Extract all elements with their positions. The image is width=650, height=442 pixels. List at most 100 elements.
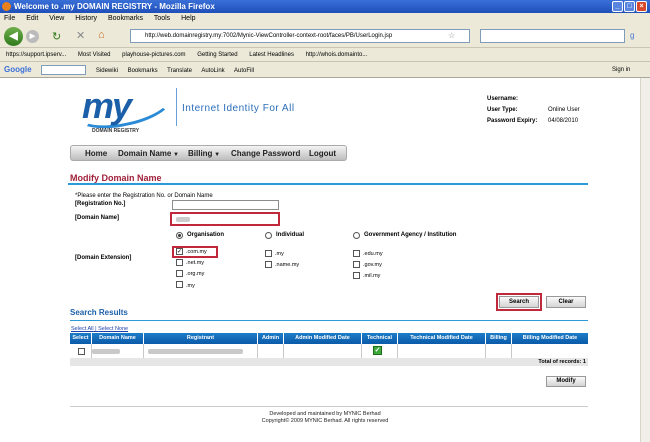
- user-type-label: User Type:: [487, 107, 518, 113]
- browser-search-box[interactable]: [480, 29, 625, 43]
- google-toolbar: Google Sidewiki Bookmarks Translate Auto…: [0, 62, 650, 78]
- radio-government-label: Government Agency / Institution: [364, 232, 457, 238]
- modify-button[interactable]: Modify: [546, 376, 586, 387]
- bookmark-whois[interactable]: http://whois.domainto...: [306, 52, 368, 58]
- bookmark-latest-headlines[interactable]: Latest Headlines: [249, 52, 294, 58]
- minimize-button[interactable]: _: [612, 1, 623, 12]
- menu-view[interactable]: View: [49, 15, 64, 22]
- checkbox-edu-my[interactable]: [353, 250, 360, 257]
- footer-divider: [70, 406, 588, 407]
- menu-edit[interactable]: Edit: [26, 15, 38, 22]
- bookmark-playhouse[interactable]: playhouse-pictures.com: [122, 52, 185, 58]
- col-technical-modified: Technical Modified Date: [398, 333, 486, 344]
- col-registrant: Registrant: [144, 333, 258, 344]
- logo-subtitle: DOMAIN REGISTRY: [92, 128, 140, 134]
- translate-button[interactable]: Translate: [167, 68, 192, 74]
- bookmark-most-visited[interactable]: Most Visited: [78, 52, 111, 58]
- radio-government[interactable]: [353, 232, 360, 239]
- footer-developed: Developed and maintained by MYNIC Berhad: [269, 411, 381, 417]
- clear-button[interactable]: Clear: [546, 296, 586, 308]
- domain-name-input[interactable]: [170, 212, 280, 226]
- ext-net-my-label: .net.my: [186, 260, 205, 266]
- menu-history[interactable]: History: [75, 15, 97, 22]
- redacted-domain: [92, 349, 120, 354]
- instruction-text: *Please enter the Registration No. or Do…: [75, 193, 213, 199]
- checkbox-com-my[interactable]: ✓: [176, 248, 183, 255]
- password-expiry-label: Password Expiry:: [487, 118, 538, 124]
- bookmark-support[interactable]: https://support.ipserv...: [6, 52, 66, 58]
- checkbox-org-my[interactable]: [176, 270, 183, 277]
- url-text: http://web.domainregistry.my:7002/Mynic-…: [145, 33, 393, 39]
- radio-individual[interactable]: [265, 232, 272, 239]
- chevron-down-icon: ▼: [171, 152, 179, 158]
- autofill-button[interactable]: AutoFill: [234, 68, 254, 74]
- checkbox-my-individual[interactable]: [265, 250, 272, 257]
- ext-org-my-label: .org.my: [186, 271, 205, 277]
- checkbox-my-org[interactable]: [176, 281, 183, 288]
- col-domain-name: Domain Name: [92, 333, 144, 344]
- tagline-divider: [176, 88, 177, 126]
- site-nav-bar: Home Domain Name ▼ Billing ▼ Change Pass…: [70, 145, 347, 161]
- cell-admin: [258, 344, 284, 358]
- domain-name-label: [Domain Name]: [75, 215, 120, 221]
- radio-organisation[interactable]: [176, 232, 183, 239]
- row-select-checkbox[interactable]: [78, 348, 85, 355]
- ext-name-my-label: .name.my: [275, 262, 300, 268]
- footer-copyright: Copyright© 2009 MYNIC Berhad. All rights…: [261, 418, 389, 424]
- site-logo[interactable]: my: [82, 85, 132, 127]
- bookmarks-toolbar: https://support.ipserv... Most Visited p…: [0, 48, 650, 62]
- total-records: Total of records: 1: [70, 358, 588, 366]
- domain-extension-label: [Domain Extension]: [75, 255, 132, 261]
- back-button[interactable]: ◀: [4, 27, 23, 46]
- window-titlebar: Welcome to .my DOMAIN REGISTRY - Mozilla…: [0, 0, 650, 13]
- checkbox-gov-my[interactable]: [353, 261, 360, 268]
- select-none-link[interactable]: Select None: [98, 326, 128, 332]
- password-expiry-value: 04/08/2010: [548, 118, 579, 124]
- close-window-button[interactable]: ×: [636, 1, 647, 12]
- col-billing-modified: Billing Modified Date: [522, 335, 578, 341]
- select-links: Select All | Select None: [71, 326, 128, 332]
- search-engine-icon[interactable]: g: [630, 31, 634, 40]
- nav-billing[interactable]: Billing ▼: [188, 146, 220, 163]
- stop-icon[interactable]: ✕: [76, 29, 85, 42]
- forward-button[interactable]: ▶: [26, 30, 39, 43]
- bookmark-getting-started[interactable]: Getting Started: [197, 52, 237, 58]
- nav-home[interactable]: Home: [85, 146, 107, 161]
- checkbox-mil-my[interactable]: [353, 272, 360, 279]
- radio-organisation-label: Organisation: [187, 232, 225, 238]
- maximize-button[interactable]: □: [624, 1, 635, 12]
- registration-no-input[interactable]: [172, 200, 279, 210]
- google-bookmarks-button[interactable]: Bookmarks: [128, 68, 158, 74]
- menu-file[interactable]: File: [4, 15, 15, 22]
- username-label: Username:: [487, 96, 519, 102]
- checkbox-name-my[interactable]: [265, 261, 272, 268]
- cell-technical-modified: [398, 344, 486, 358]
- ext-gov-my-label: .gov.my: [363, 262, 382, 268]
- page-scrollbar[interactable]: [640, 78, 650, 442]
- google-search-input[interactable]: [41, 65, 87, 76]
- ext-edu-my-label: .edu.my: [363, 251, 383, 257]
- menu-help[interactable]: Help: [181, 15, 195, 22]
- nav-domain-name[interactable]: Domain Name ▼: [118, 146, 179, 163]
- home-icon[interactable]: ⌂: [98, 29, 105, 41]
- firefox-icon: [2, 2, 11, 11]
- col-admin-modified: Admin Modified Date: [284, 333, 362, 344]
- menu-bookmarks[interactable]: Bookmarks: [108, 15, 143, 22]
- ext-my-org-label: .my: [186, 283, 195, 289]
- nav-logout[interactable]: Logout: [309, 146, 336, 161]
- sidewiki-button[interactable]: Sidewiki: [96, 68, 118, 74]
- radio-individual-label: Individual: [276, 232, 305, 238]
- cell-admin-modified: [284, 344, 362, 358]
- check-icon: ✓: [373, 346, 382, 355]
- url-bar[interactable]: http://web.domainregistry.my:7002/Mynic-…: [130, 29, 470, 43]
- search-button[interactable]: Search: [499, 296, 539, 308]
- menu-tools[interactable]: Tools: [154, 15, 170, 22]
- col-technical: Technical: [362, 333, 398, 344]
- select-all-link[interactable]: Select All: [71, 326, 94, 332]
- reload-icon[interactable]: ↻: [52, 30, 61, 43]
- nav-change-password[interactable]: Change Password: [231, 146, 300, 161]
- sign-in-button[interactable]: Sign in: [612, 62, 630, 78]
- bookmark-star-icon[interactable]: ☆: [448, 31, 455, 40]
- checkbox-net-my[interactable]: [176, 259, 183, 266]
- autolink-button[interactable]: AutoLink: [201, 68, 224, 74]
